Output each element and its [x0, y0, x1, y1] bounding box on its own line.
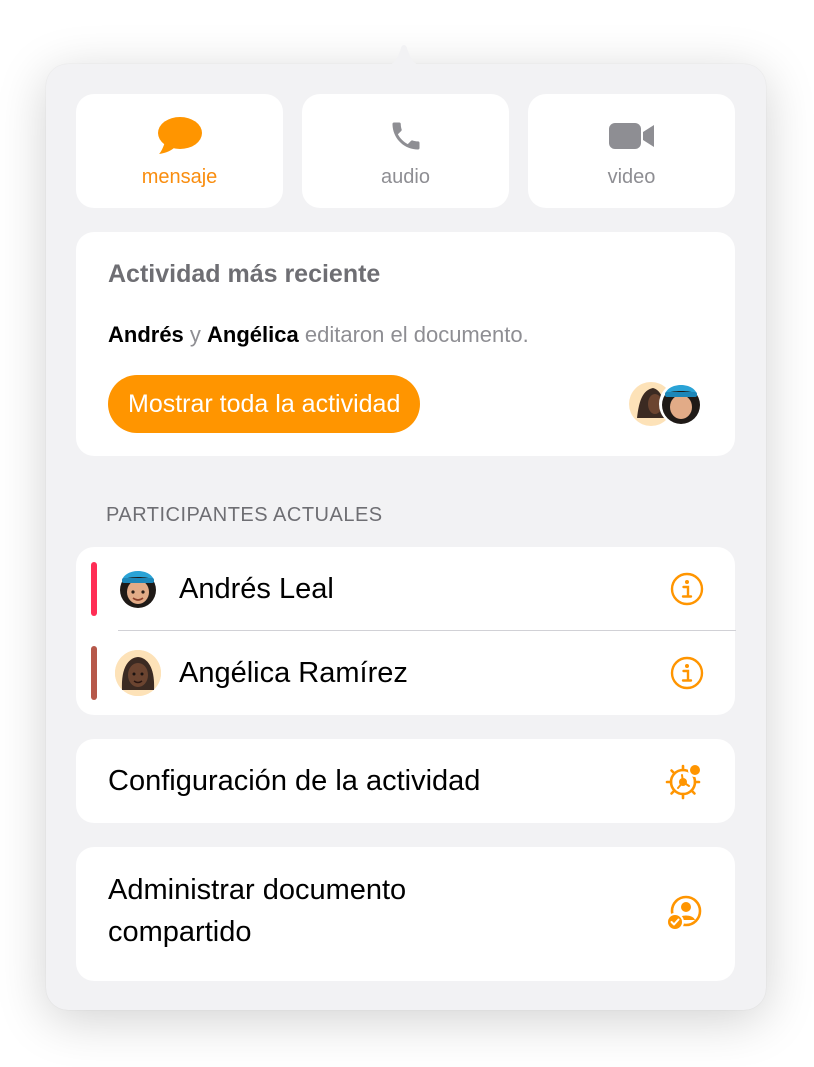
- manage-people-icon[interactable]: [665, 895, 703, 933]
- participant-row[interactable]: Andrés Leal: [76, 547, 736, 631]
- audio-button[interactable]: audio: [302, 94, 509, 208]
- activity-settings-icon[interactable]: [665, 762, 703, 800]
- avatar-stack: [629, 378, 709, 428]
- collaboration-popover: mensaje audio video Actividad más recien…: [46, 45, 766, 1010]
- participant-name: Andrés Leal: [179, 572, 334, 605]
- info-icon[interactable]: [670, 572, 704, 606]
- recent-activity-card: Actividad más reciente Andrés y Angélica…: [76, 232, 735, 456]
- activity-title: Actividad más reciente: [108, 260, 381, 288]
- video-button[interactable]: video: [528, 94, 735, 208]
- connector-text: y: [189, 322, 201, 347]
- manage-shared-document-label: Administrar documento compartido: [108, 869, 406, 953]
- message-button[interactable]: mensaje: [76, 94, 283, 208]
- manage-shared-document-row[interactable]: Administrar documento compartido: [76, 847, 735, 981]
- info-icon[interactable]: [670, 656, 704, 690]
- manage-label-line-1: Administrar documento: [108, 874, 407, 906]
- participant-color-bar: [91, 562, 97, 616]
- video-camera-icon: [608, 116, 656, 156]
- participant-row[interactable]: Angélica Ramírez: [76, 631, 736, 715]
- editor-name-1: Andrés: [108, 322, 184, 347]
- participants-header: PARTICIPANTES ACTUALES: [106, 504, 383, 526]
- manage-label-line-2: compartido: [108, 916, 252, 948]
- editor-name-2: Angélica: [207, 322, 299, 347]
- participants-list: Andrés Leal Angélica Ramírez: [76, 547, 736, 715]
- message-bubble-icon: [157, 116, 203, 156]
- avatar: [115, 566, 161, 612]
- activity-settings-row[interactable]: Configuración de la actividad: [76, 739, 735, 823]
- participant-name: Angélica Ramírez: [179, 656, 408, 689]
- activity-suffix: editaron el documento.: [304, 322, 529, 347]
- video-label: video: [607, 166, 656, 188]
- show-all-activity-button[interactable]: Mostrar toda la actividad: [108, 375, 421, 433]
- avatar: [115, 650, 161, 696]
- memoji-avatars-icon: [629, 382, 703, 426]
- phone-icon: [388, 116, 424, 156]
- activity-summary: Andrés y Angélica editaron el documento.: [108, 322, 529, 348]
- popover-arrow: [384, 45, 424, 66]
- message-label: mensaje: [141, 166, 218, 188]
- audio-label: audio: [381, 166, 430, 188]
- participant-color-bar: [91, 646, 97, 700]
- activity-settings-label: Configuración de la actividad: [108, 765, 481, 797]
